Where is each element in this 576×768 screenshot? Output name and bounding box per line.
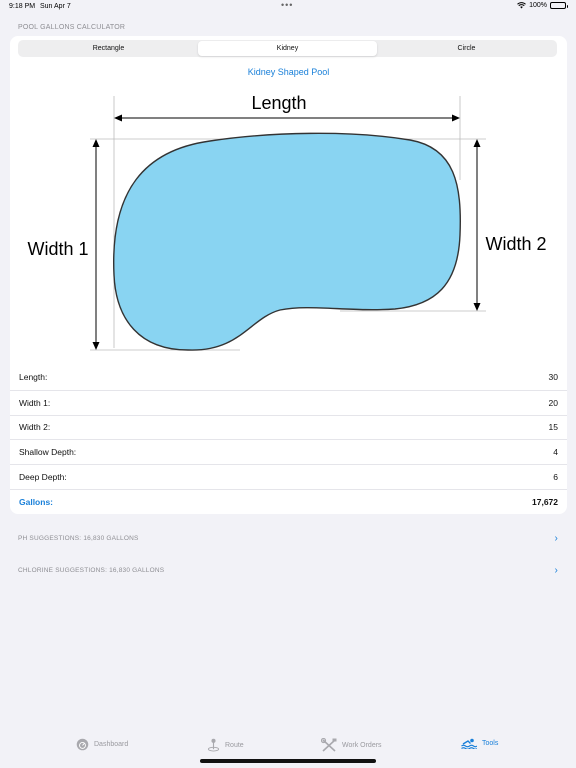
chevron-right-icon: ›: [554, 564, 558, 576]
home-indicator[interactable]: [200, 759, 376, 763]
ph-suggestions-label: PH SUGGESTIONS: 16,830 GALLONS: [18, 534, 139, 542]
gallons-label: Gallons:: [19, 496, 54, 507]
field-deep-depth[interactable]: Deep Depth: 6: [10, 464, 567, 489]
field-shallow-depth[interactable]: Shallow Depth: 4: [10, 439, 567, 464]
shape-segmented-control: Rectangle Kidney Circle: [18, 40, 557, 57]
field-label: Length:: [19, 372, 48, 383]
tab-label: Work Orders: [342, 742, 382, 749]
multitasking-dots-icon[interactable]: •••: [281, 0, 293, 10]
status-date: Sun Apr 7: [40, 3, 71, 10]
field-label: Deep Depth:: [19, 472, 67, 483]
field-length[interactable]: Length: 30: [10, 365, 567, 390]
field-width1[interactable]: Width 1: 20: [10, 389, 567, 415]
page-title: POOL GALLONS CALCULATOR: [18, 24, 126, 31]
width2-label: Width 2: [485, 234, 546, 254]
input-fields-list: Length: 30 Width 1: 20 Width 2: 15 Shall…: [10, 365, 567, 514]
field-label: Width 1:: [19, 397, 51, 408]
shallow-depth-value[interactable]: 4: [553, 447, 558, 457]
tab-label: Tools: [482, 740, 499, 747]
status-time: 9:18 PM: [9, 3, 36, 10]
tab-dashboard[interactable]: Dashboard: [76, 738, 128, 751]
gallons-value: 17,672: [532, 496, 558, 507]
chlorine-suggestions-row[interactable]: CHLORINE SUGGESTIONS: 16,830 GALLONS ›: [18, 563, 566, 577]
battery-percent: 100%: [529, 2, 547, 9]
pool-shape-title: Kidney Shaped Pool: [247, 67, 330, 77]
field-width2[interactable]: Width 2: 15: [10, 414, 567, 440]
segment-rectangle[interactable]: Rectangle: [19, 41, 198, 56]
gallons-result-row: Gallons: 17,672: [10, 488, 567, 514]
kidney-pool-diagram: Length Width 1 Width 2: [27, 93, 547, 351]
chevron-right-icon: ›: [554, 532, 558, 544]
length-value[interactable]: 30: [549, 372, 558, 382]
status-bar: 9:18 PM Sun Apr 7 ••• 100%: [0, 0, 576, 14]
tab-label: Dashboard: [94, 741, 129, 748]
tab-label: Route: [225, 741, 244, 749]
calculator-card: Rectangle Kidney Circle Kidney Shaped Po…: [10, 36, 567, 514]
width2-value[interactable]: 15: [549, 422, 558, 432]
width1-value[interactable]: 20: [549, 398, 558, 408]
width1-label: Width 1: [27, 239, 88, 259]
tools-icon: [321, 738, 337, 752]
field-label: Width 2:: [19, 422, 51, 433]
length-label: Length: [251, 93, 306, 113]
tab-tools[interactable]: Tools: [461, 738, 498, 749]
deep-depth-value[interactable]: 6: [553, 472, 558, 482]
wifi-icon: [517, 2, 526, 9]
battery-icon: [550, 2, 568, 9]
dashboard-icon: [76, 738, 89, 751]
tab-work-orders[interactable]: Work Orders: [321, 738, 382, 753]
field-label: Shallow Depth:: [19, 447, 77, 458]
tab-route[interactable]: Route: [207, 738, 244, 752]
segment-circle[interactable]: Circle: [377, 41, 556, 56]
chlorine-suggestions-label: CHLORINE SUGGESTIONS: 16,830 GALLONS: [18, 566, 165, 574]
pool-shape: [113, 132, 461, 351]
route-icon: [207, 738, 220, 752]
ph-suggestions-row[interactable]: PH SUGGESTIONS: 16,830 GALLONS ›: [18, 531, 566, 545]
segment-kidney[interactable]: Kidney: [198, 41, 377, 56]
swimmer-icon: [461, 738, 477, 749]
